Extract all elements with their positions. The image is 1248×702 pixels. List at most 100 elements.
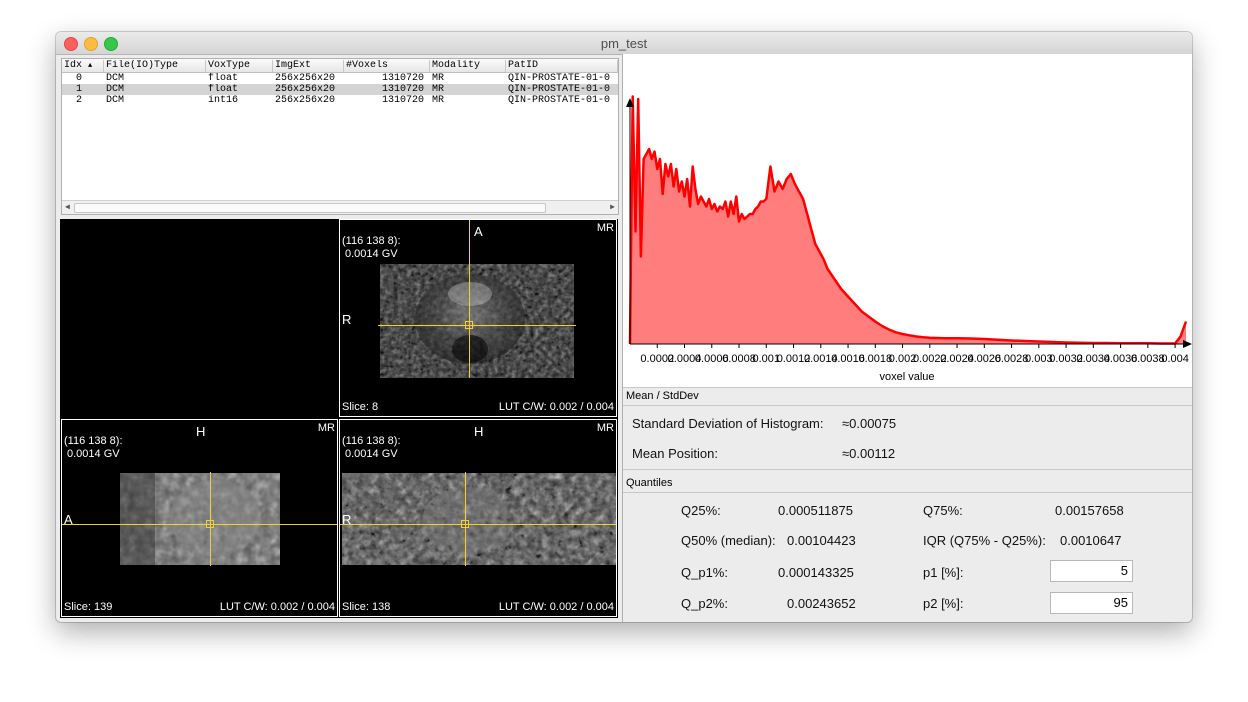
column-header-patid[interactable]: PatID	[506, 60, 618, 72]
orientation-top-label: A	[474, 224, 483, 239]
crosshair-vertical[interactable]	[210, 472, 211, 566]
table-cell: QIN-PROSTATE-01-0	[508, 73, 611, 84]
orientation-top-label: H	[474, 424, 484, 439]
slice-label: Slice: 138	[342, 601, 391, 613]
scroll-right-icon[interactable]: ▶	[610, 202, 615, 212]
q75-value: 0.00157658	[1055, 503, 1124, 518]
coronal-viewer[interactable]: (116 138 8): 0.0014 GV H R MR Slice: 138…	[339, 419, 617, 617]
table-cell: 1310720	[381, 84, 424, 95]
table-header: Idx ▲ File(IO)Type VoxType ImgExt #Voxel…	[62, 59, 618, 73]
empty-viewer[interactable]	[61, 220, 338, 417]
table-cell: 0	[75, 73, 82, 84]
column-header-voxtype[interactable]: VoxType	[206, 60, 273, 72]
table-cell: float	[208, 84, 239, 95]
crosshair-center[interactable]	[461, 520, 469, 528]
table-cell: 1310720	[381, 95, 424, 106]
iqr-label: IQR (Q75% - Q25%):	[923, 533, 1046, 548]
qp1-label: Q_p1%:	[681, 565, 728, 580]
qp2-value: 0.00243652	[787, 596, 856, 611]
p2-percent-input[interactable]: 95	[1050, 592, 1133, 614]
crosshair-center[interactable]	[465, 321, 473, 329]
q75-label: Q75%:	[923, 503, 963, 518]
q50-label: Q50% (median):	[681, 533, 776, 548]
meanstd-section-label: Mean / StdDev	[626, 390, 699, 402]
lut-label: LUT C/W: 0.002 / 0.004	[219, 601, 335, 613]
modality-label: MR	[596, 222, 614, 234]
panel-divider[interactable]	[622, 54, 623, 622]
crosshair-horizontal[interactable]	[62, 524, 337, 525]
cursor-value: 0.0014 GV	[345, 448, 398, 460]
column-header-idx[interactable]: Idx ▲	[62, 60, 104, 72]
table-cell: int16	[208, 95, 239, 106]
qp2-label: Q_p2%:	[681, 596, 728, 611]
x-axis-arrow-icon	[1183, 340, 1192, 348]
cursor-coords: (116 138 8):	[64, 435, 123, 447]
modality-label: MR	[596, 422, 614, 434]
sagittal-viewer[interactable]: (116 138 8): 0.0014 GV H A MR Slice: 139…	[61, 419, 338, 617]
column-header-imgext[interactable]: ImgExt	[273, 60, 344, 72]
q50-value: 0.00104423	[787, 533, 856, 548]
orientation-top-label: H	[196, 424, 206, 439]
histogram-panel[interactable]: 0.0002 0.0004 0.0006 0.0008 0.001 0.0012 0.001…	[623, 54, 1192, 387]
column-header-voxels[interactable]: #Voxels	[344, 60, 430, 72]
divider	[623, 492, 1192, 493]
viewer-grid: (116 138 8): 0.0014 GV A R MR Slice: 8 L…	[60, 219, 618, 618]
divider	[623, 469, 1192, 470]
table-cell: DCM	[106, 95, 125, 106]
table-row[interactable]: 1 DCM float 256x256x20 1310720 MR QIN-PROSTATE…	[62, 84, 618, 95]
table-cell: 1	[75, 84, 82, 95]
table-cell: 256x256x20	[275, 73, 336, 84]
table-cell: DCM	[106, 73, 125, 84]
table-row[interactable]: 2 DCM int16 256x256x20 1310720 MR QIN-PROSTATE…	[62, 95, 618, 106]
sagittal-mri-image	[120, 473, 280, 565]
crosshair-vertical[interactable]	[465, 472, 466, 566]
histogram-area	[630, 96, 1186, 344]
crosshair-vertical[interactable]	[469, 220, 470, 378]
lut-label: LUT C/W: 0.002 / 0.004	[498, 601, 614, 613]
x-tick-label: 0.0038	[1131, 353, 1165, 365]
title-bar: pm_test	[56, 32, 1192, 55]
divider	[623, 405, 1192, 406]
iqr-value: 0.0010647	[1060, 533, 1122, 548]
table-row[interactable]: 0 DCM float 256x256x20 1310720 MR QIN-PROSTATE…	[62, 73, 618, 84]
std-label: Standard Deviation of Histogram:	[632, 416, 824, 431]
q25-value: 0.000511875	[778, 503, 853, 518]
window-title: pm_test	[600, 36, 648, 51]
table-cell: 2	[75, 95, 82, 106]
column-header-modality[interactable]: Modality	[430, 60, 506, 72]
table-cell: MR	[432, 84, 445, 95]
x-tick-label: 0.0028	[995, 353, 1029, 365]
crosshair-center[interactable]	[206, 520, 214, 528]
p1-percent-input[interactable]: 5	[1050, 560, 1133, 582]
x-axis-label: voxel value	[879, 371, 934, 383]
table-cell: MR	[432, 95, 445, 106]
cursor-coords: (116 138 8):	[342, 435, 401, 447]
x-tick-label: 0.0008	[722, 353, 756, 365]
divider	[623, 387, 1192, 388]
scroll-left-icon[interactable]: ◀	[65, 202, 70, 212]
quantiles-section-label: Quantiles	[626, 477, 673, 489]
x-tick-label: 0.0018	[858, 353, 892, 365]
crosshair-horizontal[interactable]	[378, 325, 576, 326]
horizontal-scrollbar[interactable]: ◀ ▶	[62, 200, 618, 214]
slice-label: Slice: 139	[64, 601, 113, 613]
table-cell: 1310720	[381, 73, 424, 84]
q25-label: Q25%:	[681, 503, 721, 518]
cursor-value: 0.0014 GV	[67, 448, 120, 460]
orientation-left-label: A	[64, 512, 73, 527]
histogram-chart[interactable]: 0.00020.00040.00060.00080.0010.00120.001…	[623, 54, 1192, 387]
table-cell: float	[208, 73, 239, 84]
image-table[interactable]: Idx ▲ File(IO)Type VoxType ImgExt #Voxel…	[61, 58, 619, 215]
sort-ascending-icon: ▲	[88, 62, 93, 70]
table-cell: DCM	[106, 84, 125, 95]
column-header-file-io-type[interactable]: File(IO)Type	[104, 60, 206, 72]
scrollbar-thumb[interactable]	[74, 203, 546, 213]
qp1-value: 0.000143325	[778, 565, 854, 580]
crosshair-horizontal[interactable]	[340, 524, 616, 525]
cursor-value: 0.0014 GV	[345, 248, 398, 260]
axial-mri-image	[380, 264, 574, 378]
axial-viewer[interactable]: (116 138 8): 0.0014 GV A R MR Slice: 8 L…	[339, 219, 617, 417]
table-cell: 256x256x20	[275, 84, 336, 95]
mean-label: Mean Position:	[632, 446, 718, 461]
orientation-left-label: R	[342, 512, 352, 527]
